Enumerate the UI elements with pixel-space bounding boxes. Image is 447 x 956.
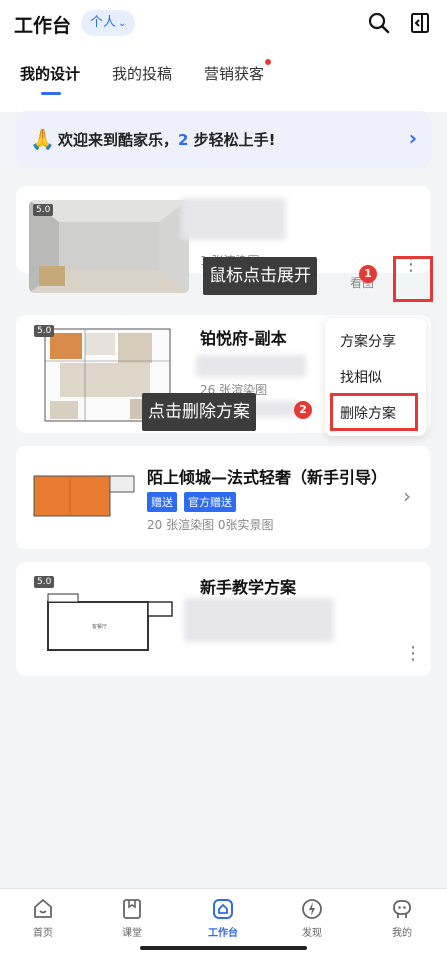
home-face-icon <box>34 899 52 918</box>
nav-label: 课堂 <box>122 928 142 939</box>
render-count: 20 张渲染图 0张实景图 <box>147 518 274 532</box>
floorplan-thumbnail: 客餐厅 5.0 <box>30 572 180 658</box>
banner-text: 欢迎来到酷家乐，2 步轻松上手! <box>58 131 276 149</box>
version-badge: 5.0 <box>34 576 55 588</box>
design-title: 新手教学方案 <box>200 578 297 597</box>
highlight-box <box>393 256 433 302</box>
header: 工作台 个人 ⌄ 我的设计 我的投稿 营销获客 <box>0 0 447 112</box>
nav-profile[interactable]: 我的 <box>372 897 432 939</box>
tab-marketing[interactable]: 营销获客 <box>204 63 264 84</box>
nav-discover[interactable]: 发现 <box>282 897 342 939</box>
annotation-tooltip: 鼠标点击展开 <box>203 257 317 295</box>
onboarding-banner[interactable]: 🙏 欢迎来到酷家乐，2 步轻松上手! › <box>16 111 431 168</box>
page-title: 工作台 <box>14 15 72 37</box>
version-badge: 5.0 <box>33 204 54 216</box>
discover-icon <box>302 899 322 919</box>
design-title: 铂悦府-副本 <box>200 329 287 348</box>
hands-icon: 🙏 <box>30 127 55 151</box>
tag-gift: 赠送 <box>147 492 177 512</box>
annotation-tooltip: 点击删除方案 <box>142 393 256 431</box>
tab-my-designs[interactable]: 我的设计 <box>20 63 80 84</box>
version-badge: 5.0 <box>34 325 55 337</box>
tag-official-gift: 官方赠送 <box>184 492 236 512</box>
redacted-info <box>184 598 334 642</box>
design-card[interactable]: 客餐厅 5.0 新手教学方案 ⋮ <box>16 562 431 676</box>
design-thumbnail: 5.0 <box>29 200 189 293</box>
nav-workbench[interactable]: 工作台 <box>193 897 253 939</box>
tab-my-submissions[interactable]: 我的投稿 <box>112 63 172 84</box>
notification-dot <box>265 59 271 65</box>
workbench-icon <box>213 899 233 919</box>
scope-label: 个人 <box>90 15 117 30</box>
nav-label: 我的 <box>392 928 412 939</box>
nav-label: 工作台 <box>208 928 238 939</box>
scope-selector[interactable]: 个人 ⌄ <box>81 10 136 36</box>
step-marker: 1 <box>359 265 377 283</box>
design-title: 陌上倾城—法式轻奢（新手引导） <box>147 468 388 487</box>
menu-item-find-similar[interactable]: 找相似 <box>340 367 382 387</box>
chevron-right-icon: › <box>408 126 417 150</box>
svg-text:客餐厅: 客餐厅 <box>92 623 107 630</box>
more-options-icon[interactable]: ⋮ <box>404 645 422 663</box>
chevron-right-icon[interactable]: › <box>403 484 411 508</box>
classroom-icon <box>123 899 141 919</box>
redacted-info <box>196 355 306 377</box>
home-indicator <box>140 946 307 950</box>
active-tab-indicator <box>41 92 61 95</box>
nav-label: 发现 <box>302 928 322 939</box>
step-marker: 2 <box>294 401 312 419</box>
profile-icon <box>393 900 411 918</box>
nav-home[interactable]: 首页 <box>13 897 73 939</box>
nav-label: 首页 <box>33 928 53 939</box>
highlight-box <box>330 393 418 431</box>
design-card[interactable]: 陌上倾城—法式轻奢（新手引导） 赠送 官方赠送 20 张渲染图 0张实景图 › <box>16 446 431 549</box>
menu-item-share[interactable]: 方案分享 <box>340 331 396 351</box>
search-icon[interactable] <box>367 11 391 35</box>
redacted-title <box>181 198 286 240</box>
floorplan-thumbnail <box>30 468 140 520</box>
nav-classroom[interactable]: 课堂 <box>102 897 162 939</box>
exit-icon[interactable] <box>408 11 432 35</box>
chevron-down-icon: ⌄ <box>118 18 127 29</box>
